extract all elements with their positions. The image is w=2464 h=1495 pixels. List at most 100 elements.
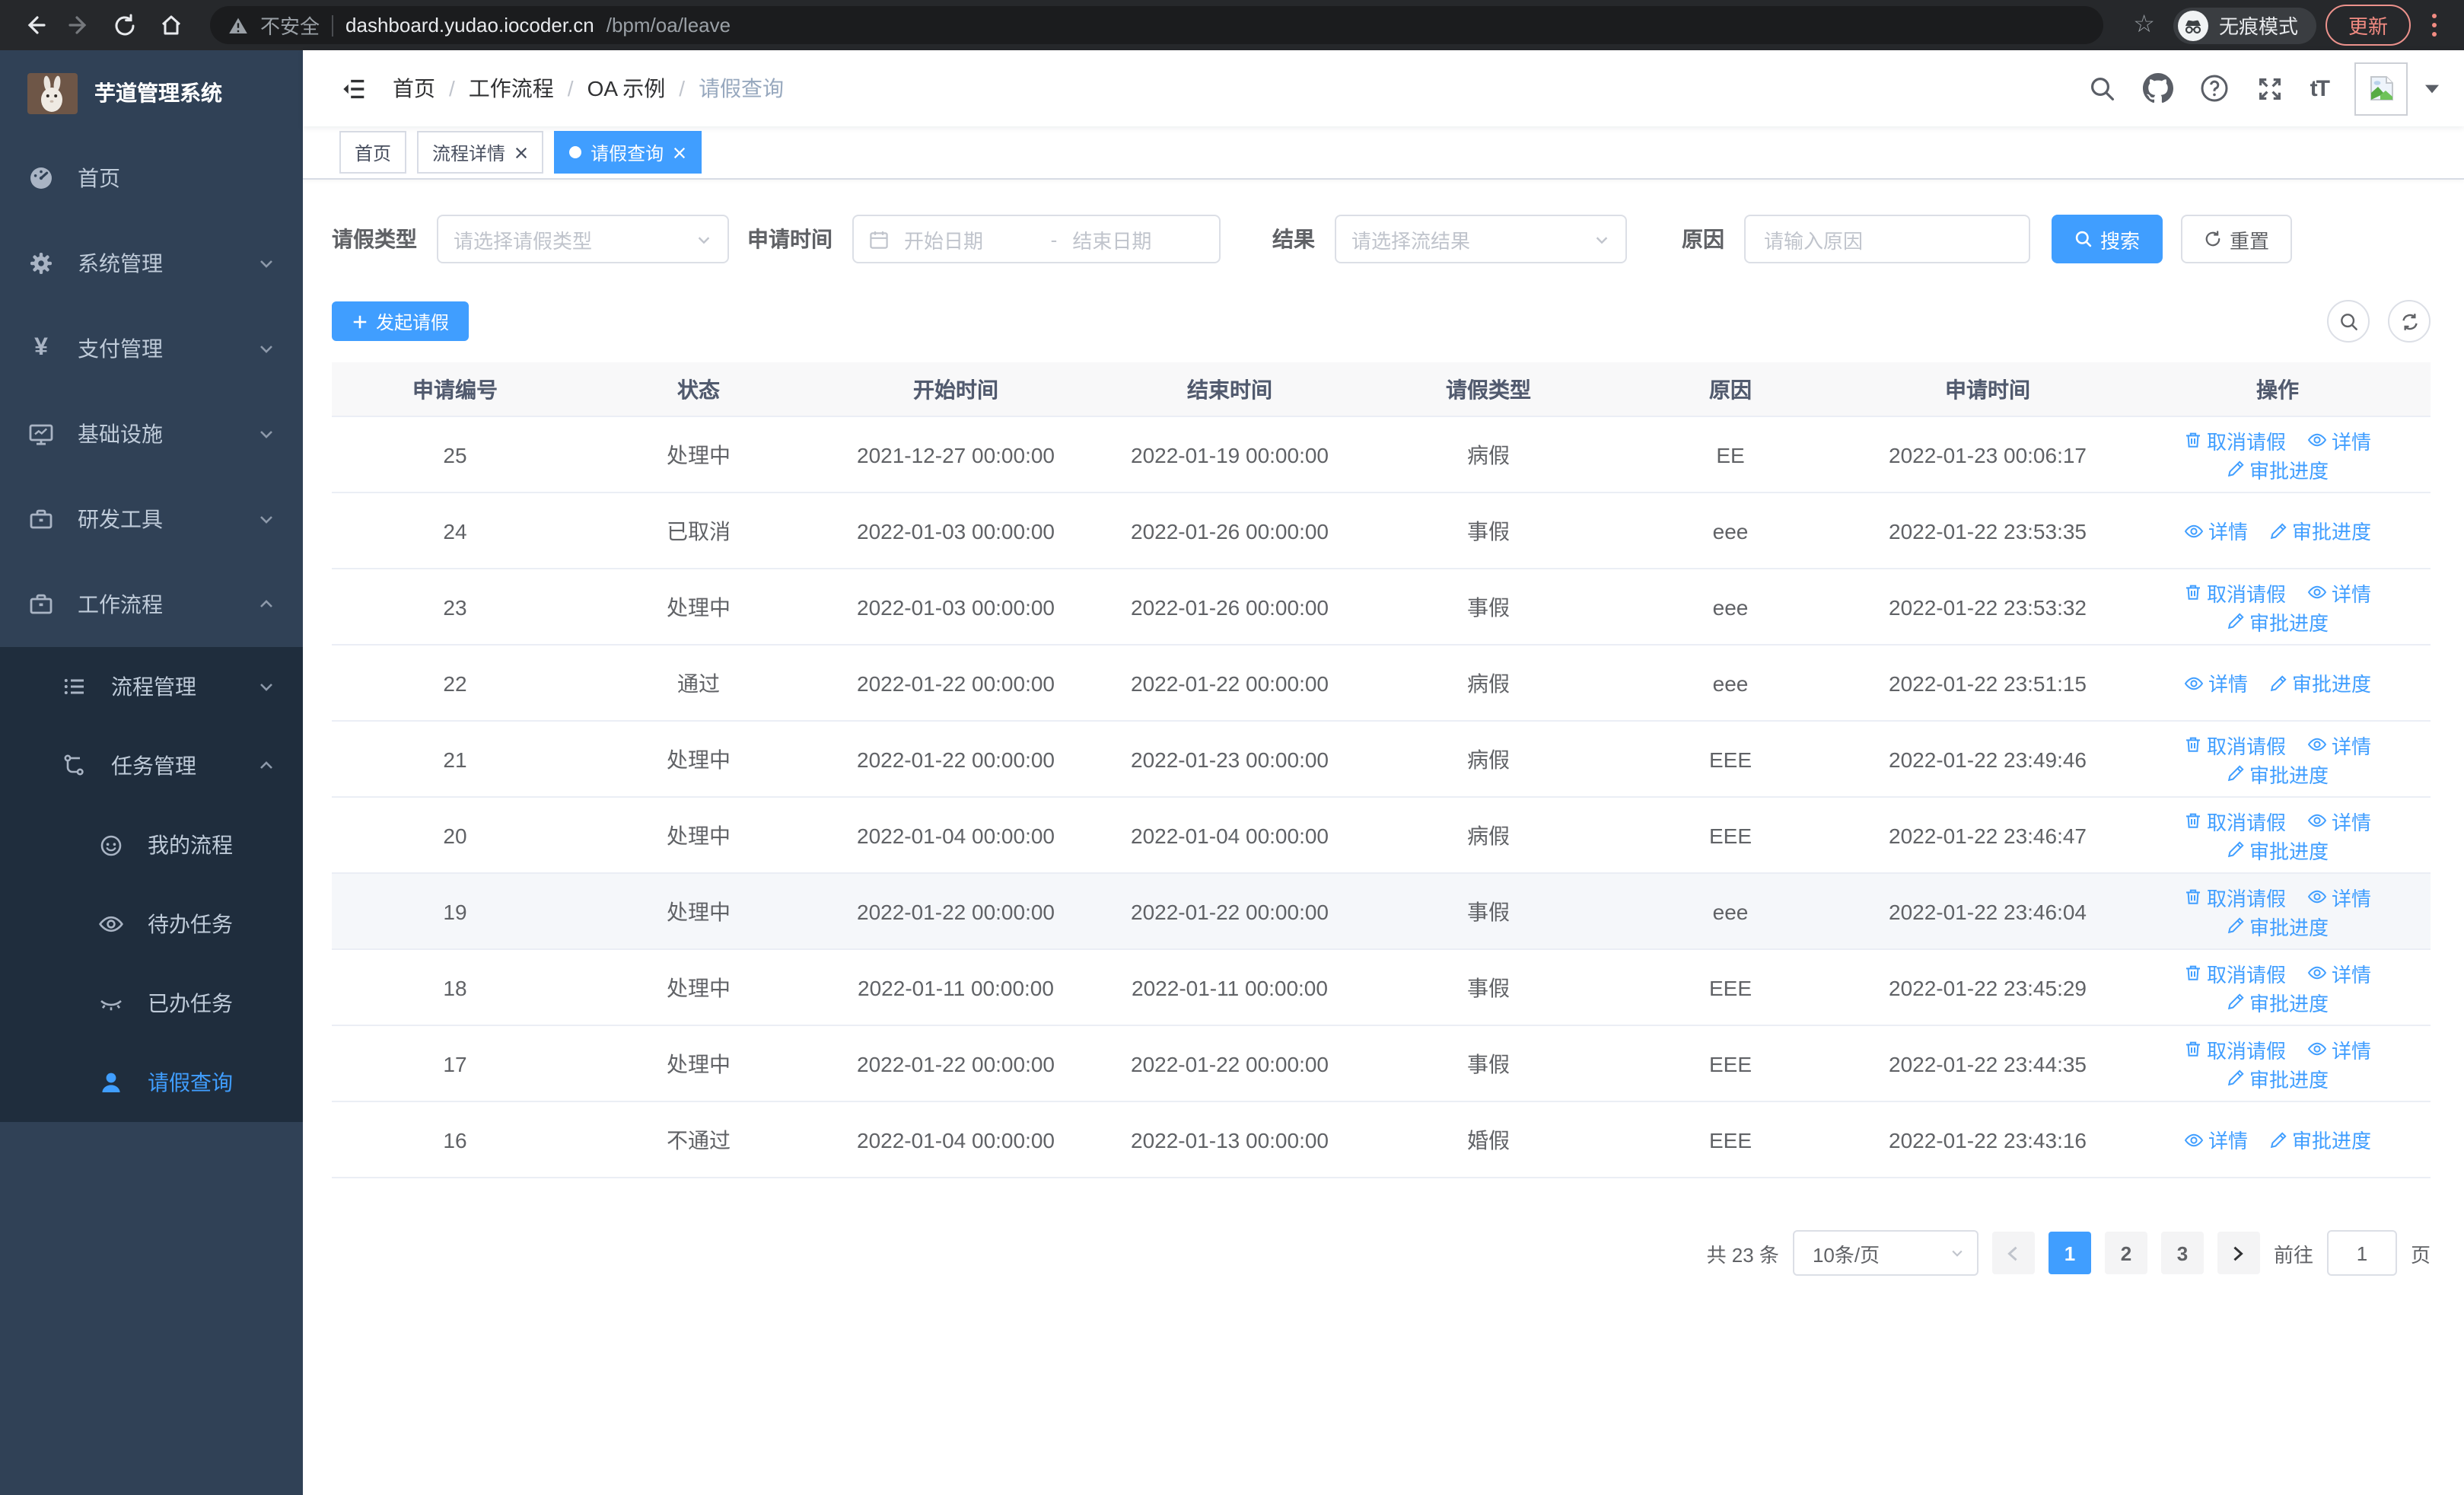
sidebar-item-label: 请假查询 xyxy=(148,1070,233,1095)
update-button[interactable]: 更新 xyxy=(2325,5,2411,46)
search-icon[interactable] xyxy=(2088,74,2117,103)
sidebar-item-process-mgmt[interactable]: 流程管理 xyxy=(0,647,303,726)
create-leave-button[interactable]: 发起请假 xyxy=(332,301,470,341)
security-warning-icon xyxy=(228,16,248,34)
goto-page-input[interactable]: 1 xyxy=(2326,1230,2397,1276)
browser-forward-icon[interactable] xyxy=(61,7,97,43)
fullscreen-icon[interactable] xyxy=(2255,74,2284,103)
result-select[interactable]: 请选择流结果 xyxy=(1335,215,1627,263)
end-date-input[interactable]: 结束日期 xyxy=(1072,225,1204,253)
sidebar-item-task-mgmt[interactable]: 任务管理 xyxy=(0,726,303,805)
action-detail-link[interactable]: 详情 xyxy=(2184,1125,2248,1154)
close-icon[interactable] xyxy=(673,145,686,159)
page-button-1[interactable]: 1 xyxy=(2048,1232,2091,1274)
leave-type-label: 请假类型 xyxy=(332,227,417,251)
breadcrumb-item[interactable]: 工作流程 xyxy=(469,73,554,104)
apply-time-range-picker[interactable]: 开始日期 - 结束日期 xyxy=(852,215,1221,263)
breadcrumb-item[interactable]: 首页 xyxy=(393,73,435,104)
action-progress-link[interactable]: 审批进度 xyxy=(2227,607,2329,636)
search-button[interactable]: 搜索 xyxy=(2052,215,2163,263)
action-detail-link[interactable]: 详情 xyxy=(2307,958,2371,987)
page-button-3[interactable]: 3 xyxy=(2160,1232,2204,1274)
sidebar-item-leave-query[interactable]: 请假查询 xyxy=(0,1043,303,1122)
browser-reload-icon[interactable] xyxy=(107,7,143,43)
page-button-2[interactable]: 2 xyxy=(2104,1232,2147,1274)
font-size-icon[interactable]: tT xyxy=(2310,75,2330,101)
cell-end-time: 2022-01-22 00:00:00 xyxy=(1093,873,1367,950)
tab-leave-query[interactable]: 请假查询 xyxy=(554,131,702,174)
action-cancel-link[interactable]: 取消请假 xyxy=(2184,806,2286,835)
sidebar-item-todo-tasks[interactable]: 待办任务 xyxy=(0,885,303,964)
tab-home[interactable]: 首页 xyxy=(339,131,407,174)
caret-down-icon[interactable] xyxy=(2424,83,2440,94)
action-progress-link[interactable]: 审批进度 xyxy=(2227,835,2329,864)
chevron-down-icon xyxy=(1596,236,1608,244)
cell-status: 处理中 xyxy=(578,873,819,950)
action-detail-link[interactable]: 详情 xyxy=(2307,730,2371,759)
avatar[interactable] xyxy=(2354,62,2408,115)
action-progress-link[interactable]: 审批进度 xyxy=(2269,516,2371,545)
sidebar-item-label: 工作流程 xyxy=(78,592,163,617)
cell-reason: EEE xyxy=(1610,1025,1851,1102)
page-content: 请假类型 请选择请假类型 申请时间 开始日期 - 结束日期 结果 请选择流结果 xyxy=(303,180,2464,1495)
help-icon[interactable] xyxy=(2199,73,2230,104)
action-detail-link[interactable]: 详情 xyxy=(2307,806,2371,835)
action-detail-link[interactable]: 详情 xyxy=(2307,1034,2371,1063)
sidebar-item-infrastructure[interactable]: 基础设施 xyxy=(0,391,303,477)
bookmark-star-icon[interactable]: ☆ xyxy=(2124,12,2164,37)
table-row: 17 处理中 2022-01-22 00:00:00 2022-01-22 00:00… xyxy=(332,1025,2431,1102)
browser-back-icon[interactable] xyxy=(15,7,52,43)
action-progress-link[interactable]: 审批进度 xyxy=(2227,759,2329,788)
sidebar-item-payment[interactable]: ¥ 支付管理 xyxy=(0,306,303,391)
browser-menu-icon[interactable] xyxy=(2420,14,2449,37)
sidebar-item-system[interactable]: 系统管理 xyxy=(0,221,303,306)
sidebar-collapse-icon[interactable] xyxy=(339,74,368,103)
eye-icon xyxy=(2307,814,2327,827)
action-cancel-link[interactable]: 取消请假 xyxy=(2184,426,2286,454)
breadcrumb-separator: / xyxy=(449,76,455,100)
prev-page-button[interactable] xyxy=(1991,1232,2035,1274)
page-size-select[interactable]: 10条/页 xyxy=(1792,1230,1979,1276)
action-progress-link[interactable]: 审批进度 xyxy=(2227,911,2329,940)
action-cancel-link[interactable]: 取消请假 xyxy=(2184,730,2286,759)
action-cancel-link[interactable]: 取消请假 xyxy=(2184,958,2286,987)
action-detail-link[interactable]: 详情 xyxy=(2307,426,2371,454)
close-icon[interactable] xyxy=(514,145,528,159)
action-cancel-link[interactable]: 取消请假 xyxy=(2184,1034,2286,1063)
action-progress-link[interactable]: 审批进度 xyxy=(2227,987,2329,1016)
sidebar-item-done-tasks[interactable]: 已办任务 xyxy=(0,964,303,1043)
action-progress-link[interactable]: 审批进度 xyxy=(2227,1063,2329,1092)
action-cancel-link[interactable]: 取消请假 xyxy=(2184,578,2286,607)
breadcrumb: 首页 / 工作流程 / OA 示例 / 请假查询 xyxy=(393,73,784,104)
table-search-toggle-icon[interactable] xyxy=(2327,300,2370,343)
monitor-icon xyxy=(27,420,55,448)
cell-end-time: 2022-01-22 00:00:00 xyxy=(1093,645,1367,722)
action-detail-link[interactable]: 详情 xyxy=(2184,516,2248,545)
start-date-input[interactable]: 开始日期 xyxy=(904,225,1036,253)
action-detail-link[interactable]: 详情 xyxy=(2307,882,2371,911)
browser-home-icon[interactable] xyxy=(152,7,189,43)
reset-button[interactable]: 重置 xyxy=(2181,215,2293,263)
action-cancel-link[interactable]: 取消请假 xyxy=(2184,882,2286,911)
action-progress-link[interactable]: 审批进度 xyxy=(2269,1125,2371,1154)
next-page-button[interactable] xyxy=(2217,1232,2260,1274)
action-detail-link[interactable]: 详情 xyxy=(2307,578,2371,607)
sidebar-item-devtools[interactable]: 研发工具 xyxy=(0,477,303,562)
leave-type-select[interactable]: 请选择请假类型 xyxy=(437,215,729,263)
action-progress-link[interactable]: 审批进度 xyxy=(2227,454,2329,483)
action-progress-link[interactable]: 审批进度 xyxy=(2269,668,2371,697)
sidebar-item-home[interactable]: 首页 xyxy=(0,135,303,221)
table-refresh-icon[interactable] xyxy=(2388,300,2431,343)
incognito-badge: 无痕模式 xyxy=(2173,7,2316,43)
github-icon[interactable] xyxy=(2142,73,2173,104)
reason-input[interactable]: 请输入原因 xyxy=(1744,215,2030,263)
sidebar-item-workflow[interactable]: 工作流程 xyxy=(0,562,303,647)
address-bar[interactable]: 不安全 dashboard.yudao.iocoder.cn/bpm/oa/le… xyxy=(210,6,2103,44)
chevron-up-icon xyxy=(257,595,275,614)
chevron-down-icon xyxy=(257,677,275,696)
breadcrumb-item[interactable]: OA 示例 xyxy=(587,73,666,104)
pen-icon xyxy=(2227,613,2244,630)
sidebar-item-my-process[interactable]: 我的流程 xyxy=(0,805,303,885)
action-detail-link[interactable]: 详情 xyxy=(2184,668,2248,697)
tab-process-detail[interactable]: 流程详情 xyxy=(417,131,544,174)
